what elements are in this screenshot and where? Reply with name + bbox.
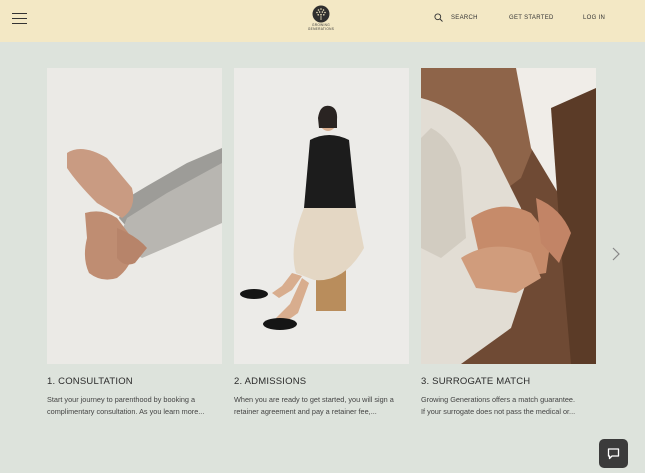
- admissions-image[interactable]: [234, 68, 409, 364]
- logo-line-2: GENERATIONS: [307, 26, 335, 31]
- chevron-right-icon[interactable]: [610, 246, 622, 262]
- chat-button[interactable]: [599, 439, 628, 468]
- card-title: 1. CONSULTATION: [47, 376, 133, 387]
- card-description-line: If your surrogate does not pass the medi…: [421, 406, 576, 416]
- card-description-line: Start your journey to parenthood by book…: [47, 395, 196, 404]
- card-title: 2. ADMISSIONS: [234, 376, 307, 387]
- search-label: SEARCH: [451, 14, 478, 21]
- tree-logo-icon: [312, 5, 330, 23]
- surrogate-match-image[interactable]: [421, 68, 596, 364]
- login-link[interactable]: LOG IN: [583, 15, 605, 21]
- search-button[interactable]: SEARCH: [434, 13, 478, 22]
- consultation-image[interactable]: [47, 68, 222, 364]
- card-description: Growing Generations offers a match guara…: [421, 394, 596, 417]
- card-description-line: retainer agreement and pay a retainer fe…: [234, 406, 377, 416]
- get-started-link[interactable]: GET STARTED: [509, 15, 554, 21]
- card-description: Start your journey to parenthood by book…: [47, 394, 222, 417]
- card-description-line: complimentary consultation. As you learn…: [47, 406, 205, 416]
- card-description: When you are ready to get started, you w…: [234, 394, 409, 417]
- card-title: 3. SURROGATE MATCH: [421, 376, 531, 387]
- site-header: GROWING GENERATIONS SEARCH GET STARTED L…: [0, 0, 645, 42]
- search-icon: [434, 13, 443, 22]
- card-description-line: When you are ready to get started, you w…: [234, 395, 394, 404]
- step-card-surrogate-match[interactable]: 3. SURROGATE MATCH Growing Generations o…: [421, 68, 596, 417]
- hamburger-menu-icon[interactable]: [12, 13, 27, 25]
- logo[interactable]: GROWING GENERATIONS: [307, 5, 335, 32]
- card-description-line: Growing Generations offers a match guara…: [421, 395, 575, 404]
- logo-text: GROWING GENERATIONS: [307, 23, 335, 32]
- step-card-admissions[interactable]: 2. ADMISSIONS When you are ready to get …: [234, 68, 409, 417]
- step-card-consultation[interactable]: 1. CONSULTATION Start your journey to pa…: [47, 68, 222, 417]
- chat-bubble-icon: [607, 447, 620, 459]
